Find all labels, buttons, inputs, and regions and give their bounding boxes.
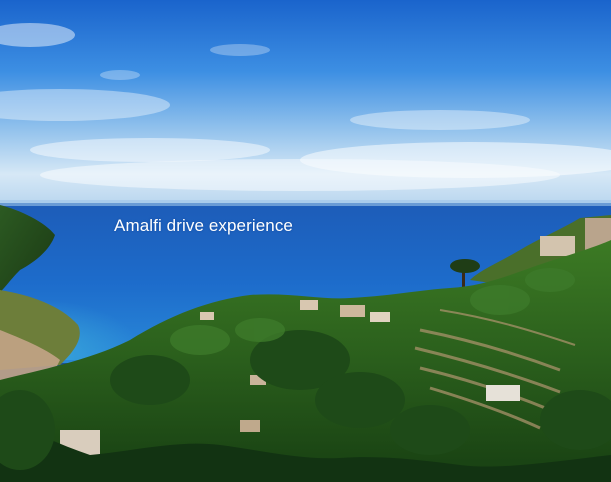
landscape-illustration — [0, 0, 611, 482]
photo-scene: Amalfi drive experience — [0, 0, 611, 482]
photo-caption: Amalfi drive experience — [114, 216, 293, 235]
